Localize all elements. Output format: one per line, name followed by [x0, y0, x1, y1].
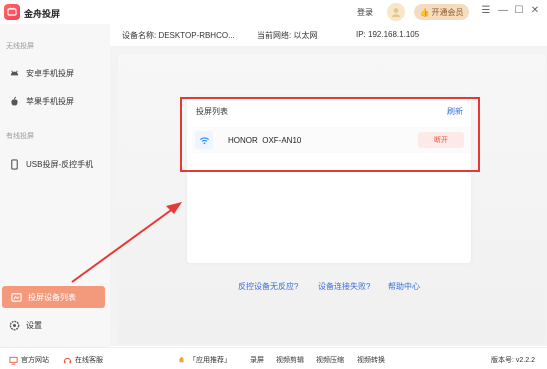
- link-connect-failed[interactable]: 设备连接失败?: [318, 281, 370, 292]
- sidebar-item-apple[interactable]: 苹果手机投屏: [0, 90, 110, 112]
- login-button[interactable]: 登录: [357, 7, 373, 18]
- network-text: 当前网络: 以太网: [257, 31, 318, 40]
- status-bar: 官方网站 在线客服 「应用推荐」 录屏 视频剪辑 视频压缩 视频转换 版本号: …: [0, 347, 547, 369]
- title-bar: 金舟投屏 登录 👍 开通会员 ☰ — ☐ ✕: [0, 0, 547, 24]
- section-wired: 有线投屏: [6, 133, 34, 140]
- device-name-text: 设备名称: DESKTOP-RBHCO...: [122, 31, 235, 40]
- video-compress-link[interactable]: 视频压缩: [316, 355, 344, 365]
- vip-button[interactable]: 👍 开通会员: [414, 4, 469, 20]
- sidebar-item-usb[interactable]: USB投屏-反控手机: [0, 153, 110, 175]
- app-title: 金舟投屏: [24, 9, 61, 19]
- recommend-label: 「应用推荐」: [189, 357, 231, 364]
- vip-button-label: 开通会员: [431, 7, 464, 17]
- apple-icon: [8, 95, 20, 107]
- sidebar-item-settings[interactable]: 设置: [0, 314, 110, 336]
- website-link[interactable]: 官方网站: [8, 355, 49, 365]
- highlight-box: [180, 97, 480, 172]
- rocket-icon: [176, 355, 186, 365]
- headset-icon: [62, 355, 72, 365]
- support-label: 在线客服: [75, 357, 103, 364]
- thumb-icon: 👍: [419, 7, 430, 17]
- ip-text: IP: 192.168.1.105: [356, 30, 420, 39]
- maximize-button[interactable]: ☐: [513, 5, 525, 16]
- sidebar-item-label: USB投屏-反控手机: [26, 159, 94, 169]
- sidebar-item-label: 投屏设备列表: [28, 292, 76, 302]
- minimize-button[interactable]: —: [497, 5, 509, 16]
- record-link[interactable]: 录屏: [250, 355, 264, 365]
- video-edit-link[interactable]: 视频剪辑: [276, 355, 304, 365]
- recommend-link[interactable]: 「应用推荐」: [176, 355, 231, 365]
- section-wireless: 无线投屏: [6, 43, 34, 50]
- sidebar-item-android[interactable]: 安卓手机投屏: [0, 62, 110, 84]
- phone-icon: [8, 158, 20, 170]
- support-link[interactable]: 在线客服: [62, 355, 103, 365]
- video-convert-link[interactable]: 视频转换: [357, 355, 385, 365]
- monitor-icon: [8, 355, 18, 365]
- gear-icon: [8, 319, 20, 331]
- close-button[interactable]: ✕: [529, 5, 541, 16]
- app-logo-icon: [4, 4, 20, 20]
- sidebar-item-label: 设置: [26, 320, 42, 330]
- avatar[interactable]: [387, 3, 405, 21]
- android-icon: [8, 67, 20, 79]
- device-list-icon: [10, 291, 22, 303]
- sidebar-item-devices[interactable]: 投屏设备列表: [2, 286, 105, 308]
- menu-icon[interactable]: ☰: [480, 5, 492, 16]
- sidebar: 无线投屏 安卓手机投屏 苹果手机投屏 有线投屏 USB投屏-反控手机 投屏设备列…: [0, 24, 110, 347]
- network-info-bar: 设备名称: DESKTOP-RBHCO... 当前网络: 以太网 IP: 192…: [110, 24, 547, 46]
- website-label: 官方网站: [21, 357, 49, 364]
- version-text: 版本号: v2.2.2: [491, 357, 535, 364]
- sidebar-item-label: 安卓手机投屏: [26, 68, 74, 78]
- link-control-no-response[interactable]: 反控设备无反应?: [238, 281, 298, 292]
- sidebar-item-label: 苹果手机投屏: [26, 96, 74, 106]
- link-help-center[interactable]: 帮助中心: [388, 281, 420, 292]
